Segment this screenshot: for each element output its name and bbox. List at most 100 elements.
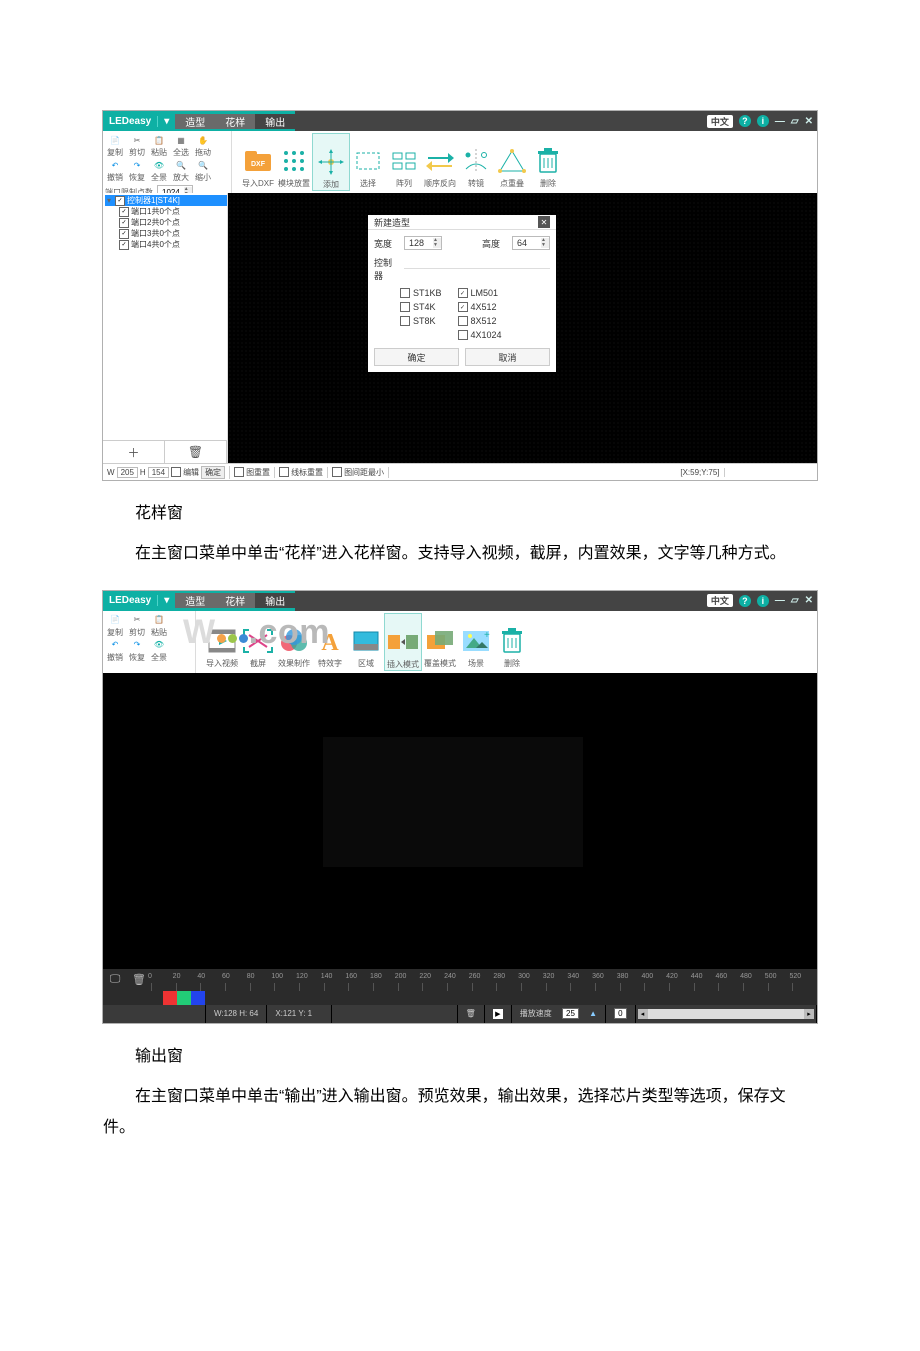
- app-menu-dropdown[interactable]: ▾: [157, 116, 175, 127]
- chk-lm501[interactable]: ✓LM501: [458, 288, 502, 298]
- status-h-input[interactable]: 154: [148, 467, 169, 478]
- undo-button[interactable]: ↶撤销: [105, 158, 125, 183]
- tree-root[interactable]: ▾✓控制器1[ST4K]: [105, 195, 227, 206]
- status-edit-check[interactable]: [171, 467, 181, 477]
- dialog-cancel-button[interactable]: 取消: [465, 348, 550, 366]
- timeline-track: [103, 991, 817, 1005]
- tool-add[interactable]: 添加: [312, 133, 350, 191]
- swatch-green[interactable]: [177, 991, 191, 1005]
- tool-delete[interactable]: 删除: [530, 133, 566, 189]
- timeline-scrollbar[interactable]: ◂ ▸: [638, 1009, 814, 1019]
- tool-fx[interactable]: 效果制作: [276, 613, 312, 669]
- timeline-status: W:128 H: 64 X:121 Y: 1 🗑 ▶ 播放速度 25 ▲ 0 ◂…: [103, 1005, 817, 1023]
- speed-stepper[interactable]: 25: [562, 1008, 579, 1019]
- tree-item[interactable]: ✓端口4共0个点: [105, 239, 227, 250]
- status-layer-check[interactable]: [234, 467, 244, 477]
- paste-button[interactable]: 📋粘贴: [149, 133, 169, 158]
- status-w-input[interactable]: 205: [117, 467, 138, 478]
- restore-icon[interactable]: ▱: [791, 595, 799, 606]
- lang-pill[interactable]: 中文: [707, 115, 733, 128]
- app-menu-dropdown[interactable]: ▾: [157, 595, 175, 606]
- help-icon[interactable]: ?: [739, 115, 751, 127]
- swatch-blue[interactable]: [191, 991, 205, 1005]
- chk-4x1024[interactable]: 4X1024: [458, 330, 502, 340]
- canvas[interactable]: 新建造型✕ 宽度 128▲▼ 高度 64▲▼ 控制器 ST1KB ST4K: [228, 193, 817, 463]
- tree-item[interactable]: ✓端口3共0个点: [105, 228, 227, 239]
- edit-tools: 📄复制 ✂剪切 📋粘贴 ↶撤销 ↷恢复 👁全景: [103, 611, 196, 673]
- cut-button[interactable]: ✂剪切: [127, 613, 147, 638]
- close-icon[interactable]: ✕: [805, 595, 813, 606]
- preview-canvas[interactable]: [103, 673, 817, 969]
- menu-shape[interactable]: 造型: [175, 114, 215, 129]
- close-icon[interactable]: ✕: [805, 116, 813, 127]
- tool-overlay-mode[interactable]: 覆盖模式: [422, 613, 458, 669]
- zoom-out-button[interactable]: 🔍缩小: [193, 158, 213, 183]
- tool-module-place[interactable]: 模块放置: [276, 133, 312, 189]
- info-icon[interactable]: i: [757, 115, 769, 127]
- restore-icon[interactable]: ▱: [791, 116, 799, 127]
- tool-region[interactable]: 区域: [348, 613, 384, 669]
- drag-button[interactable]: ✋拖动: [193, 133, 213, 158]
- status-min-check[interactable]: [332, 467, 342, 477]
- tool-insert-mode[interactable]: 插入模式: [384, 613, 422, 671]
- swatch-red[interactable]: [163, 991, 177, 1005]
- chk-4x512[interactable]: ✓4X512: [458, 302, 502, 312]
- menu-shape[interactable]: 造型: [175, 593, 215, 608]
- tool-screenshot[interactable]: 截屏: [240, 613, 276, 669]
- monitor-icon[interactable]: 🖵: [103, 973, 127, 986]
- tool-import-video[interactable]: 导入视频: [204, 613, 240, 669]
- paste-button[interactable]: 📋粘贴: [149, 613, 169, 638]
- reset-view-button[interactable]: 👁全景: [149, 638, 169, 663]
- chk-st4k[interactable]: ST4K: [400, 302, 442, 312]
- width-stepper[interactable]: 128▲▼: [404, 236, 442, 250]
- chk-8x512[interactable]: 8X512: [458, 316, 502, 326]
- status-confirm-button[interactable]: 确定: [201, 466, 225, 479]
- timeline-ruler[interactable]: 0204060801001201401601802002202402602803…: [151, 969, 817, 991]
- info-icon[interactable]: i: [757, 595, 769, 607]
- lang-pill[interactable]: 中文: [707, 594, 733, 607]
- tool-overlap[interactable]: 点重叠: [494, 133, 530, 189]
- copy-button[interactable]: 📄复制: [105, 613, 125, 638]
- zoom-in-button[interactable]: 🔍放大: [171, 158, 191, 183]
- redo-button[interactable]: ↷恢复: [127, 158, 147, 183]
- help-icon[interactable]: ?: [739, 595, 751, 607]
- copy-button[interactable]: 📄复制: [105, 133, 125, 158]
- tool-array[interactable]: 阵列: [386, 133, 422, 189]
- tool-mirror[interactable]: 转镜: [458, 133, 494, 189]
- menu-pattern[interactable]: 花样: [215, 114, 255, 129]
- tool-scene[interactable]: +场景: [458, 613, 494, 669]
- svg-text:A: A: [321, 630, 339, 654]
- redo-button[interactable]: ↷恢复: [127, 638, 147, 663]
- chk-st1kb[interactable]: ST1KB: [400, 288, 442, 298]
- tree-item[interactable]: ✓端口1共0个点: [105, 206, 227, 217]
- dialog-close-icon[interactable]: ✕: [538, 216, 550, 228]
- tool-reverse[interactable]: 顺序反向: [422, 133, 458, 189]
- min-icon[interactable]: —: [775, 595, 785, 606]
- min-icon[interactable]: —: [775, 116, 785, 127]
- tree-item[interactable]: ✓端口2共0个点: [105, 217, 227, 228]
- scroll-left-button[interactable]: ◂: [638, 1009, 648, 1019]
- menu-pattern[interactable]: 花样: [215, 593, 255, 608]
- reset-view-button[interactable]: 👁全景: [149, 158, 169, 183]
- tool-import-dxf[interactable]: DXF导入DXF: [240, 133, 276, 189]
- cut-button[interactable]: ✂剪切: [127, 133, 147, 158]
- scroll-right-button[interactable]: ▸: [804, 1009, 814, 1019]
- controller-label: 控制器: [374, 256, 400, 282]
- undo-button[interactable]: ↶撤销: [105, 638, 125, 663]
- selectall-button[interactable]: ▦全选: [171, 133, 191, 158]
- play-button[interactable]: ▶: [493, 1009, 503, 1019]
- dialog-ok-button[interactable]: 确定: [374, 348, 459, 366]
- height-stepper[interactable]: 64▲▼: [512, 236, 550, 250]
- track-area[interactable]: [205, 991, 817, 1005]
- menu-output[interactable]: 输出: [255, 114, 295, 129]
- tree-delete-button[interactable]: 🗑: [165, 441, 227, 463]
- tree-add-button[interactable]: ＋: [103, 441, 165, 463]
- tool-textfx[interactable]: A特效字: [312, 613, 348, 669]
- tool-delete[interactable]: 删除: [494, 613, 530, 669]
- menu-output[interactable]: 输出: [255, 593, 295, 608]
- timeline-trash-icon[interactable]: 🗑: [466, 1009, 476, 1018]
- chk-st8k[interactable]: ST8K: [400, 316, 442, 326]
- status-lineset-check[interactable]: [279, 467, 289, 477]
- pos-value: 0: [614, 1008, 626, 1019]
- tool-select[interactable]: 选择: [350, 133, 386, 189]
